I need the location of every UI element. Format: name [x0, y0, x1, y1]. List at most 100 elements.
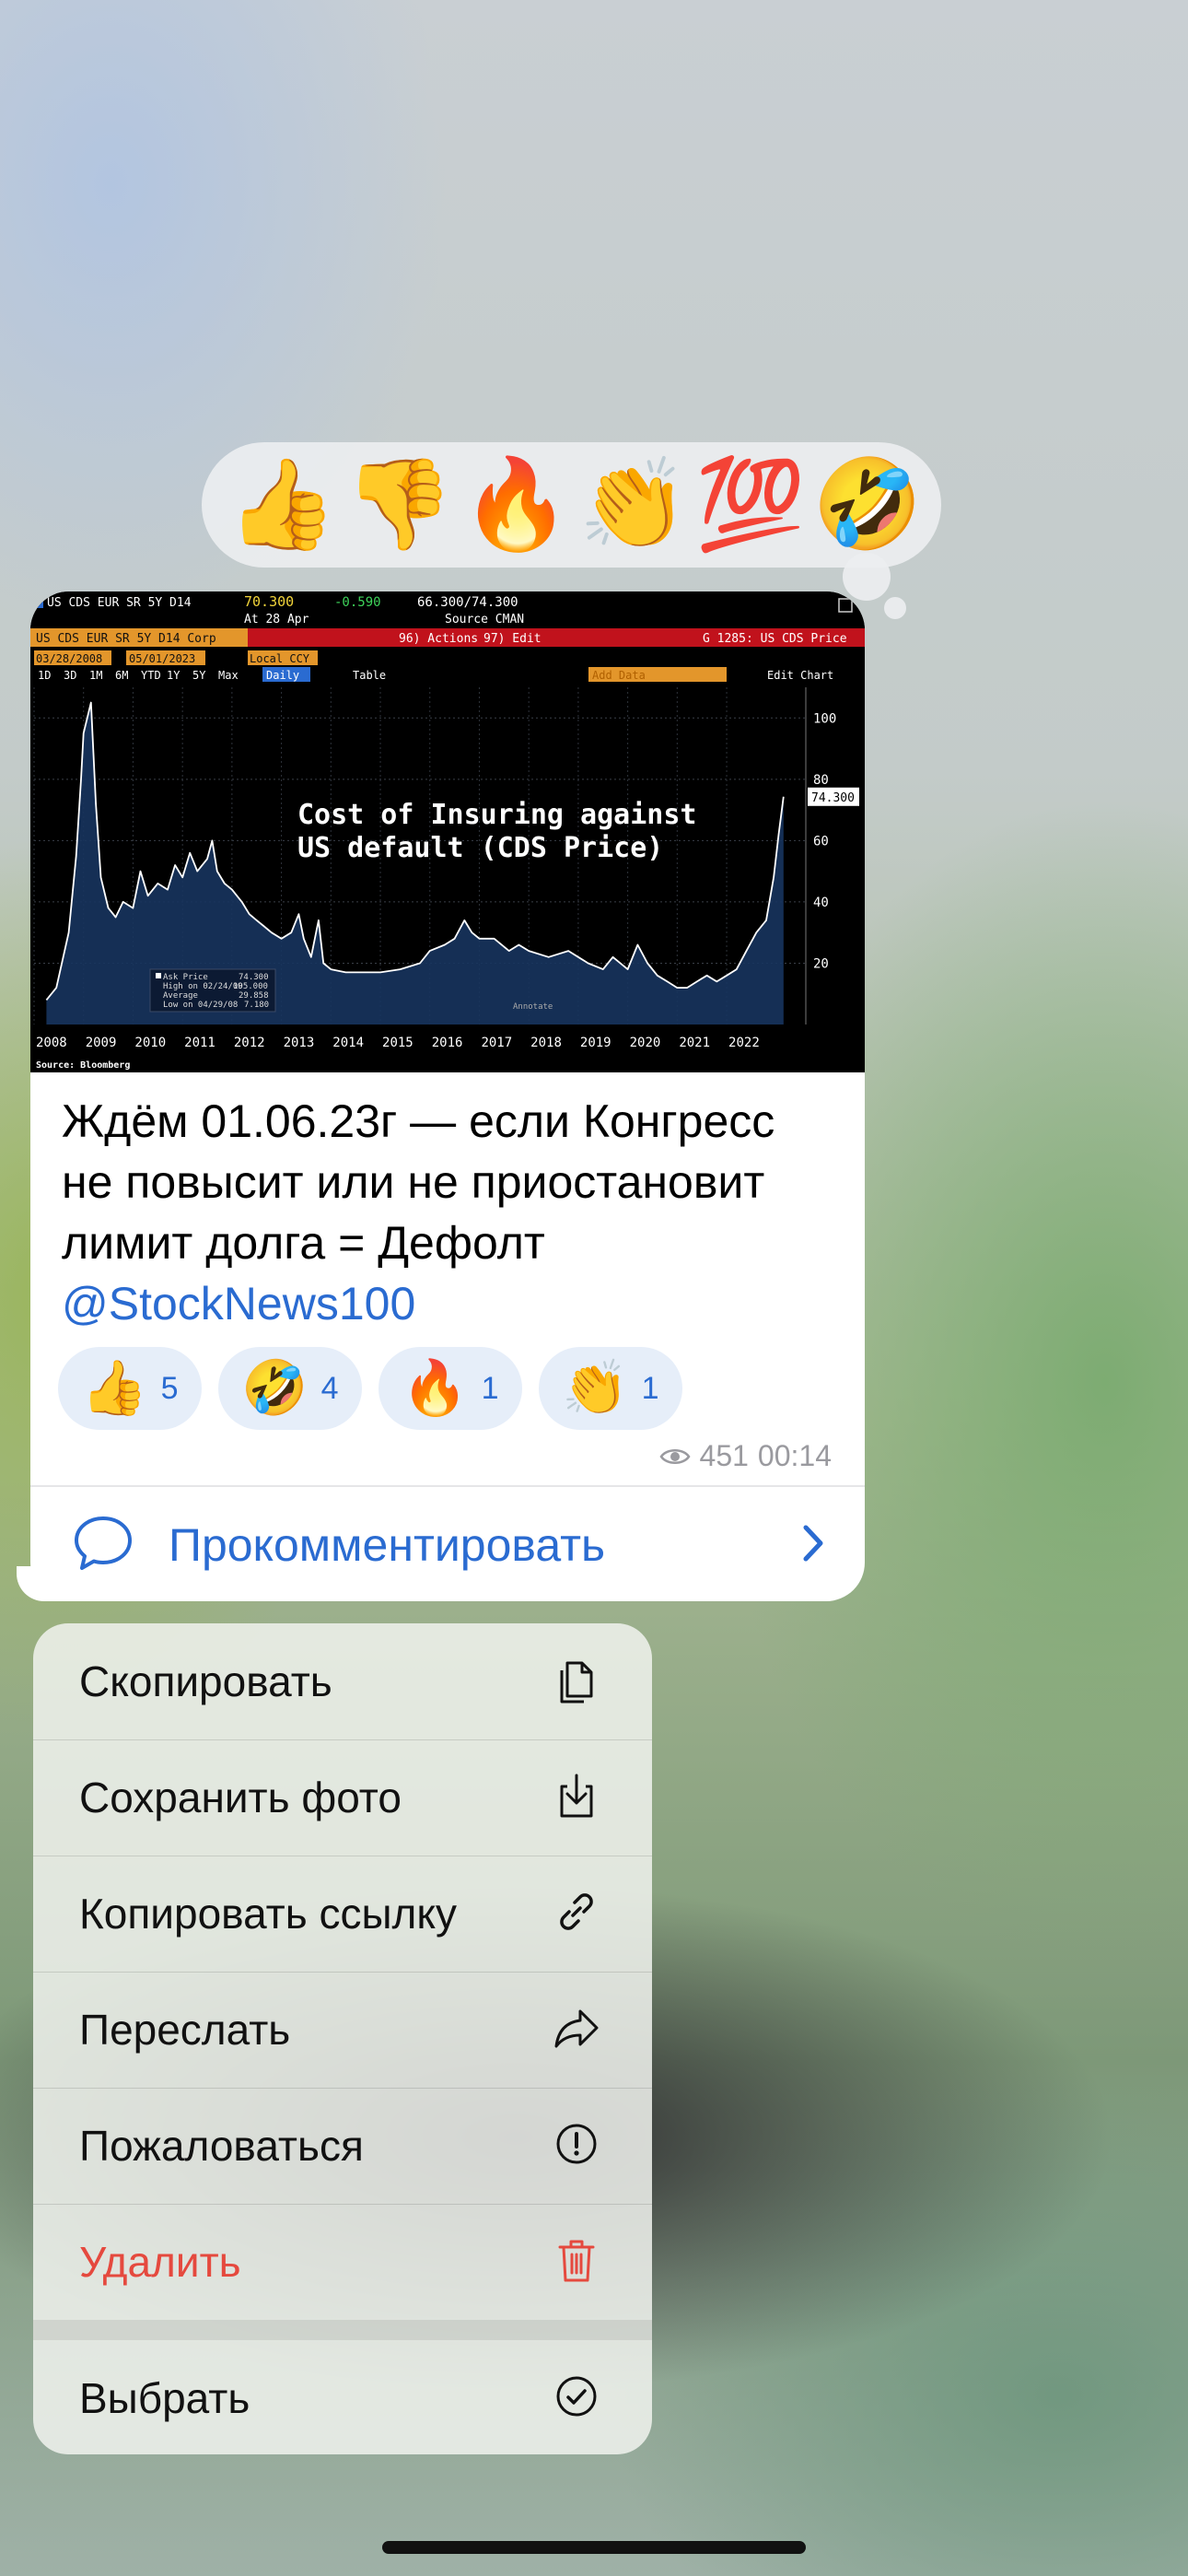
chart-period-tab: 3D — [64, 669, 76, 682]
chart-period-tab: 6M — [115, 669, 128, 682]
message-text-line-2: не повысит или не приостановит — [62, 1156, 765, 1208]
chevron-right-icon — [800, 1522, 826, 1569]
channel-mention-link[interactable]: @StockNews100 — [62, 1273, 844, 1334]
chart-y-tick: 80 — [813, 773, 829, 788]
message-meta: 451 00:14 — [659, 1439, 832, 1473]
reaction-picker: 👍 👎 🔥 👏 💯 🤣 — [202, 442, 941, 568]
chart-legend: Ask Price 74.300 High on 02/24/09 105.00… — [149, 968, 276, 1013]
legend-ask: Ask Price — [163, 973, 208, 982]
message-bubble[interactable]: US CDS EUR SR 5Y D14 70.300 -0.590 66.30… — [30, 591, 865, 1601]
chart-period-tab: YTD — [141, 669, 161, 682]
reaction-chip-rofl[interactable]: 🤣 4 — [218, 1347, 362, 1430]
legend-high: High on 02/24/09 — [163, 982, 243, 991]
chart-header-ticker: US CDS EUR SR 5Y D14 — [47, 596, 192, 610]
chart-x-tick: 2021 — [679, 1036, 710, 1050]
chart-x-tick: 2018 — [530, 1036, 562, 1050]
chart-x-tick: 2015 — [382, 1036, 413, 1050]
chart-table-label: Table — [353, 669, 386, 682]
message-text-line-1: Ждём 01.06.23г — если Конгресс — [62, 1095, 775, 1147]
reaction-rofl[interactable]: 🤣 — [812, 461, 923, 549]
reaction-chip-emoji: 🔥 — [402, 1358, 469, 1418]
chart-x-tick: 2017 — [481, 1036, 512, 1050]
reaction-chip-thumbs-up[interactable]: 👍 5 — [58, 1347, 202, 1430]
chart-period-tab: 1Y — [167, 669, 181, 682]
home-indicator[interactable] — [382, 2541, 806, 2554]
legend-low-val: 7.180 — [244, 1001, 269, 1010]
menu-item-delete[interactable]: Удалить — [33, 2204, 652, 2320]
reaction-chip-count: 1 — [641, 1370, 659, 1406]
legend-avg: Average — [163, 991, 198, 1001]
menu-item-select[interactable]: Выбрать — [33, 2340, 652, 2454]
message-text: Ждём 01.06.23г — если Конгресс не повыси… — [62, 1091, 844, 1334]
menu-item-label: Выбрать — [79, 2374, 250, 2422]
reaction-chip-count: 5 — [160, 1370, 179, 1406]
chart-y-tick: 60 — [813, 834, 829, 849]
chart-last-value-label: 74.300 — [811, 791, 855, 805]
menu-item-report[interactable]: Пожаловаться — [33, 2088, 652, 2204]
menu-item-label: Удалить — [79, 2238, 241, 2286]
eye-icon — [659, 1446, 691, 1467]
select-check-icon — [549, 2369, 604, 2429]
chart-period-tab: Max — [218, 669, 239, 682]
comment-button[interactable]: Прокомментировать — [30, 1487, 865, 1601]
reaction-hundred[interactable]: 💯 — [695, 461, 806, 549]
chart-y-tick: 40 — [813, 896, 829, 910]
trash-icon — [549, 2232, 604, 2292]
menu-item-copy-link[interactable]: Копировать ссылку — [33, 1856, 652, 1972]
cds-price-chart: US CDS EUR SR 5Y D14 70.300 -0.590 66.30… — [30, 591, 865, 1072]
legend-low: Low on 04/29/08 — [163, 1001, 238, 1010]
chart-add-data: Add Data — [592, 669, 646, 682]
chart-currency: Local CCY — [250, 652, 310, 665]
reaction-clap[interactable]: 👏 — [578, 461, 689, 549]
copy-icon — [549, 1652, 604, 1712]
chart-bar-actions: 96) Actions — [399, 632, 478, 646]
report-icon — [549, 2116, 604, 2176]
chart-x-tick: 2016 — [432, 1036, 463, 1050]
reaction-chip-emoji: 👏 — [562, 1358, 629, 1418]
menu-item-save-photo[interactable]: Сохранить фото — [33, 1739, 652, 1856]
chart-y-tick: 100 — [813, 711, 836, 726]
reaction-fire[interactable]: 🔥 — [461, 461, 572, 549]
view-count: 451 — [699, 1439, 749, 1472]
chart-x-tick: 2011 — [184, 1036, 215, 1050]
chart-x-tick: 2012 — [234, 1036, 265, 1050]
chart-x-tick: 2020 — [630, 1036, 661, 1050]
message-photo[interactable]: US CDS EUR SR 5Y D14 70.300 -0.590 66.30… — [30, 591, 865, 1072]
chart-header-source: Source CMAN — [445, 613, 524, 626]
menu-item-label: Переслать — [79, 2006, 291, 2054]
menu-group-gap — [33, 2320, 652, 2340]
chart-period-tab: 1D — [38, 669, 51, 682]
chart-x-tick: 2022 — [728, 1036, 760, 1050]
link-icon — [549, 1884, 604, 1944]
chart-x-tick: 2010 — [134, 1036, 166, 1050]
chart-x-tick: 2013 — [284, 1036, 315, 1050]
chart-header-range: 66.300/74.300 — [417, 595, 518, 610]
chart-annotate: Annotate — [513, 1002, 553, 1012]
reaction-chip-count: 1 — [481, 1370, 499, 1406]
reaction-chip-fire[interactable]: 🔥 1 — [379, 1347, 522, 1430]
chart-x-tick: 2009 — [86, 1036, 117, 1050]
menu-item-copy[interactable]: Скопировать — [33, 1623, 652, 1739]
chart-header-date: At 28 Apr — [244, 613, 309, 626]
chart-date-from: 03/28/2008 — [36, 652, 102, 665]
chart-frequency: Daily — [266, 669, 299, 682]
legend-high-val: 105.000 — [233, 982, 268, 991]
chart-header-change: -0.590 — [334, 595, 381, 610]
chart-x-tick: 2008 — [36, 1036, 67, 1050]
picker-tail-dot-small — [884, 597, 906, 619]
chart-bar-edit: 97) Edit — [483, 632, 542, 646]
reaction-chip-clap[interactable]: 👏 1 — [539, 1347, 682, 1430]
chart-y-tick: 20 — [813, 956, 829, 971]
chart-period-tab: 1M — [89, 669, 102, 682]
reaction-thumbs-down[interactable]: 👎 — [344, 461, 455, 549]
menu-item-forward[interactable]: Переслать — [33, 1972, 652, 2088]
forward-icon — [549, 2000, 604, 2060]
chart-header-price: 70.300 — [244, 593, 294, 610]
reaction-chip-emoji: 🤣 — [241, 1358, 309, 1418]
menu-item-label: Сохранить фото — [79, 1774, 402, 1821]
reaction-thumbs-up[interactable]: 👍 — [227, 461, 338, 549]
menu-item-label: Скопировать — [79, 1657, 332, 1705]
context-menu: Скопировать Сохранить фото Копировать сс… — [33, 1623, 652, 2454]
chart-x-tick: 2014 — [332, 1036, 364, 1050]
chart-x-tick: 2019 — [580, 1036, 611, 1050]
